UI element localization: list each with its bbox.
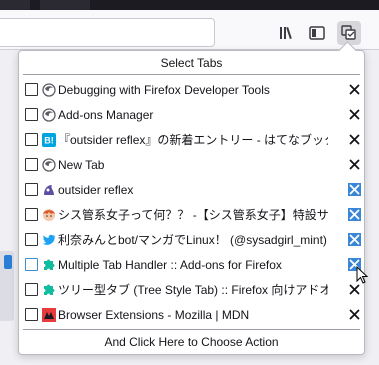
popup-header: Select Tabs xyxy=(23,51,360,75)
mdn-icon xyxy=(42,307,56,322)
puzzle-piece-icon xyxy=(42,283,56,297)
tab-select-checkbox[interactable] xyxy=(25,83,38,96)
multiple-tab-handler-button[interactable] xyxy=(337,21,361,45)
firefox-logo-icon xyxy=(42,107,56,122)
tab-select-checkbox[interactable] xyxy=(25,133,38,146)
sidebar-icon xyxy=(309,26,325,40)
tab-select-checkbox[interactable] xyxy=(25,233,38,246)
hatena-bookmark-icon: B! xyxy=(42,132,56,147)
page-image-fragment xyxy=(4,255,12,269)
svg-text:B!: B! xyxy=(44,135,54,145)
sidebar-button[interactable] xyxy=(305,21,329,45)
tab-list-item[interactable]: New Tab xyxy=(19,152,364,177)
close-tab-icon[interactable] xyxy=(348,133,361,146)
multiple-tab-handler-icon xyxy=(341,25,356,40)
tab-select-checkbox[interactable] xyxy=(25,283,38,296)
tab-fragment[interactable] xyxy=(0,0,30,10)
tab-title: Add-ons Manager xyxy=(58,107,154,122)
tab-select-checkbox[interactable] xyxy=(25,258,38,271)
library-button[interactable] xyxy=(275,21,299,45)
tab-title: Debugging with Firefox Developer Tools xyxy=(58,82,270,97)
tab-title: シス管系女子って何？？ -【シス管系女子】特設サイト xyxy=(58,208,328,222)
close-tab-icon[interactable] xyxy=(348,308,361,321)
tab-list: Debugging with Firefox Developer Tools Ad… xyxy=(19,77,364,327)
tab-title: Multiple Tab Handler :: Add-ons for Fire… xyxy=(58,257,282,272)
firefox-logo-icon xyxy=(42,157,56,172)
tab-title: New Tab xyxy=(58,157,105,172)
twitter-bird-icon xyxy=(42,233,56,247)
choose-action-button[interactable]: And Click Here to Choose Action xyxy=(23,329,360,355)
library-icon xyxy=(280,26,292,40)
close-tab-icon[interactable] xyxy=(348,208,361,221)
firefox-logo-icon xyxy=(42,82,56,97)
tab-list-item[interactable]: シス管系女子って何？？ -【シス管系女子】特設サイト xyxy=(19,202,364,227)
close-tab-icon[interactable] xyxy=(348,83,361,96)
navigation-toolbar xyxy=(0,10,379,50)
tab-select-checkbox[interactable] xyxy=(25,208,38,221)
tab-list-item[interactable]: Browser Extensions - Mozilla | MDN xyxy=(19,302,364,327)
tab-title: ツリー型タブ (Tree Style Tab) :: Firefox 向けアドオ… xyxy=(58,283,328,297)
outsider-reflex-icon xyxy=(42,183,56,197)
tab-list-item[interactable]: outsider reflex xyxy=(19,177,364,202)
page-fragment xyxy=(0,251,14,321)
tab-title: 利奈みんとbot/マンガでLinux！ (@sysadgirl_mint) | … xyxy=(58,233,328,247)
tab-list-item[interactable]: Multiple Tab Handler :: Add-ons for Fire… xyxy=(19,252,364,277)
tab-select-checkbox[interactable] xyxy=(25,308,38,321)
close-tab-icon[interactable] xyxy=(348,108,361,121)
tab-title: Browser Extensions - Mozilla | MDN xyxy=(58,307,250,322)
tab-strip xyxy=(0,0,379,10)
mouse-cursor-icon xyxy=(356,266,369,284)
tab-list-item[interactable]: B! 『outsider reflex』の新着エントリー - はてなブックマーク xyxy=(19,127,364,152)
tab-select-checkbox[interactable] xyxy=(25,183,38,196)
puzzle-piece-icon xyxy=(42,258,56,272)
tab-list-item[interactable]: 利奈みんとbot/マンガでLinux！ (@sysadgirl_mint) | … xyxy=(19,227,364,252)
close-tab-icon[interactable] xyxy=(348,233,361,246)
tab-list-item[interactable]: Debugging with Firefox Developer Tools xyxy=(19,77,364,102)
close-tab-icon[interactable] xyxy=(348,158,361,171)
tab-fragment[interactable] xyxy=(40,0,90,10)
tab-title: outsider reflex xyxy=(58,182,134,197)
tab-select-checkbox[interactable] xyxy=(25,108,38,121)
select-tabs-popup: Select Tabs Debugging with Firefox Devel… xyxy=(18,50,365,355)
character-icon xyxy=(42,208,56,222)
close-tab-icon[interactable] xyxy=(348,183,361,196)
tab-list-item[interactable]: ツリー型タブ (Tree Style Tab) :: Firefox 向けアドオ… xyxy=(19,277,364,302)
url-bar[interactable] xyxy=(0,18,215,47)
tab-list-item[interactable]: Add-ons Manager xyxy=(19,102,364,127)
tab-select-checkbox[interactable] xyxy=(25,158,38,171)
tab-title: 『outsider reflex』の新着エントリー - はてなブックマーク xyxy=(58,133,328,147)
